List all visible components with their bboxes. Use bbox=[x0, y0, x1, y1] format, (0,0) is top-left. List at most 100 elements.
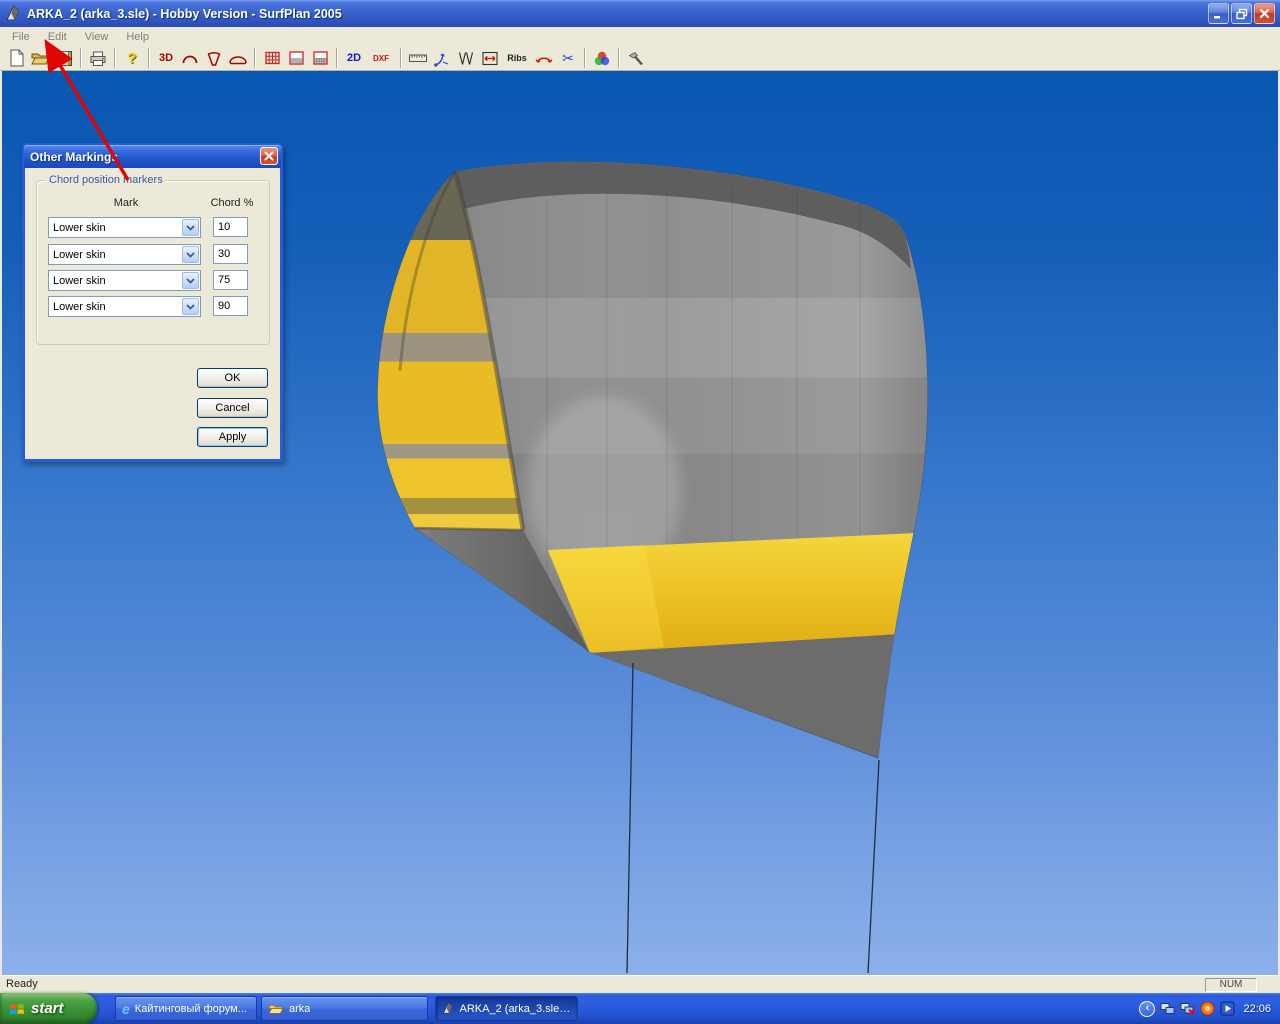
panel-view-button[interactable] bbox=[284, 47, 308, 69]
windows-logo-icon bbox=[8, 1000, 26, 1018]
mark-combo-4[interactable]: Lower skin bbox=[48, 296, 201, 317]
ruler-icon bbox=[408, 51, 428, 65]
close-button[interactable] bbox=[1254, 3, 1275, 24]
status-bar: Ready NUM bbox=[0, 975, 1280, 993]
column-header-chord: Chord % bbox=[197, 197, 267, 209]
column-header-mark: Mark bbox=[51, 197, 201, 209]
menu-help[interactable]: Help bbox=[117, 29, 158, 45]
hammer-icon bbox=[627, 50, 645, 67]
dialog-titlebar[interactable]: Other Markings bbox=[24, 145, 281, 168]
save-button[interactable] bbox=[52, 47, 76, 69]
dxf-icon: DXF bbox=[373, 54, 389, 63]
tools-button[interactable] bbox=[624, 47, 648, 69]
dialog-title: Other Markings bbox=[30, 150, 118, 164]
chord-input-4[interactable] bbox=[213, 296, 248, 316]
measure-button[interactable] bbox=[406, 47, 430, 69]
group-label: Chord position markers bbox=[46, 174, 166, 186]
scissors-icon: ✂ bbox=[562, 51, 574, 65]
minimize-icon bbox=[1213, 8, 1224, 19]
clock[interactable]: 22:06 bbox=[1243, 1003, 1271, 1015]
task-folder-arka[interactable]: arka bbox=[261, 996, 428, 1021]
view-3d-icon: 3D bbox=[159, 52, 173, 64]
ok-button[interactable]: OK bbox=[197, 368, 268, 388]
window-title: ARKA_2 (arka_3.sle) - Hobby Version - Su… bbox=[27, 7, 342, 21]
shaded-panel-button[interactable] bbox=[308, 47, 332, 69]
apply-button[interactable]: Apply bbox=[197, 427, 268, 447]
status-message: Ready bbox=[6, 978, 38, 990]
grid-view-button[interactable] bbox=[260, 47, 284, 69]
task-ie-forum[interactable]: e Кайтинговый форум... bbox=[115, 996, 257, 1021]
chevron-down-icon bbox=[186, 225, 195, 231]
rotate-arc-button[interactable] bbox=[532, 47, 556, 69]
task-label: Кайтинговый форум... bbox=[135, 1003, 247, 1015]
bridle-lines-button[interactable] bbox=[454, 47, 478, 69]
app-icon bbox=[5, 5, 22, 22]
planform-icon bbox=[228, 52, 248, 65]
chevron-down-icon bbox=[186, 252, 195, 258]
download-manager-icon[interactable] bbox=[1199, 1001, 1215, 1017]
toolbar-separator bbox=[114, 48, 116, 68]
chevron-down-icon bbox=[186, 304, 195, 310]
chord-input-3[interactable] bbox=[213, 270, 248, 290]
save-floppy-icon bbox=[56, 50, 73, 67]
toolbar-separator bbox=[400, 48, 402, 68]
arc-icon bbox=[181, 50, 199, 66]
num-lock-indicator: NUM bbox=[1205, 978, 1257, 992]
menu-edit[interactable]: Edit bbox=[39, 29, 76, 45]
ribs-button[interactable]: Ribs bbox=[502, 47, 532, 69]
dialog-close-button[interactable] bbox=[260, 147, 278, 165]
open-file-button[interactable] bbox=[28, 47, 52, 69]
ribs-icon: Ribs bbox=[507, 53, 527, 63]
view-3d-button[interactable]: 3D bbox=[154, 47, 178, 69]
rotate-arc-icon bbox=[534, 51, 554, 66]
taskbar: start e Кайтинговый форум... arka ARKA_2… bbox=[0, 993, 1280, 1024]
toolbar-separator bbox=[584, 48, 586, 68]
print-button[interactable] bbox=[86, 47, 110, 69]
mark-combo-2[interactable]: Lower skin bbox=[48, 244, 201, 265]
toolbar-separator bbox=[148, 48, 150, 68]
arc-view-button[interactable] bbox=[178, 47, 202, 69]
combo-dropdown-button[interactable] bbox=[182, 246, 199, 263]
dialog-close-icon bbox=[264, 151, 274, 161]
mark-combo-3[interactable]: Lower skin bbox=[48, 270, 201, 291]
chord-input-2[interactable] bbox=[213, 244, 248, 264]
toolbar-separator bbox=[336, 48, 338, 68]
view-2d-button[interactable]: 2D bbox=[342, 47, 366, 69]
help-icon: ? bbox=[127, 50, 136, 67]
combo-dropdown-button[interactable] bbox=[182, 272, 199, 289]
window-titlebar: ARKA_2 (arka_3.sle) - Hobby Version - Su… bbox=[0, 0, 1280, 27]
combo-dropdown-button[interactable] bbox=[182, 298, 199, 315]
tray-collapse-button[interactable]: ‹ bbox=[1139, 1001, 1155, 1017]
planform-view-button[interactable] bbox=[226, 47, 250, 69]
network-disconnected-icon[interactable] bbox=[1179, 1001, 1195, 1017]
chevron-down-icon bbox=[186, 278, 195, 284]
grid-icon bbox=[264, 50, 281, 66]
new-document-button[interactable] bbox=[4, 47, 28, 69]
dialog-body: Chord position markers Mark Chord % Lowe… bbox=[25, 168, 280, 460]
axis-tool-button[interactable] bbox=[430, 47, 454, 69]
kite-outline-button[interactable] bbox=[202, 47, 226, 69]
panel-width-button[interactable] bbox=[478, 47, 502, 69]
media-player-icon[interactable] bbox=[1219, 1001, 1235, 1017]
mark-combo-1[interactable]: Lower skin bbox=[48, 217, 201, 238]
bridle-lines-icon bbox=[457, 50, 475, 67]
combo-dropdown-button[interactable] bbox=[182, 219, 199, 236]
start-button[interactable]: start bbox=[0, 993, 97, 1024]
task-surfplan-active[interactable]: ARKA_2 (arka_3.sle) ... bbox=[435, 996, 578, 1021]
chord-input-1[interactable] bbox=[213, 217, 248, 237]
cancel-button[interactable]: Cancel bbox=[197, 398, 268, 418]
menu-view[interactable]: View bbox=[76, 29, 118, 45]
network-status-icon[interactable] bbox=[1159, 1001, 1175, 1017]
toolbar-separator bbox=[254, 48, 256, 68]
color-wheel-icon bbox=[593, 50, 611, 67]
minimize-button[interactable] bbox=[1208, 3, 1229, 24]
mark-combo-1-value: Lower skin bbox=[49, 222, 181, 234]
dxf-export-button[interactable]: DXF bbox=[366, 47, 396, 69]
restore-button[interactable] bbox=[1231, 3, 1252, 24]
cut-button[interactable]: ✂ bbox=[556, 47, 580, 69]
print-icon bbox=[89, 50, 107, 67]
menu-file[interactable]: File bbox=[3, 29, 39, 45]
colors-button[interactable] bbox=[590, 47, 614, 69]
help-button[interactable]: ? bbox=[120, 47, 144, 69]
toolbar: ? 3D bbox=[0, 46, 1280, 71]
